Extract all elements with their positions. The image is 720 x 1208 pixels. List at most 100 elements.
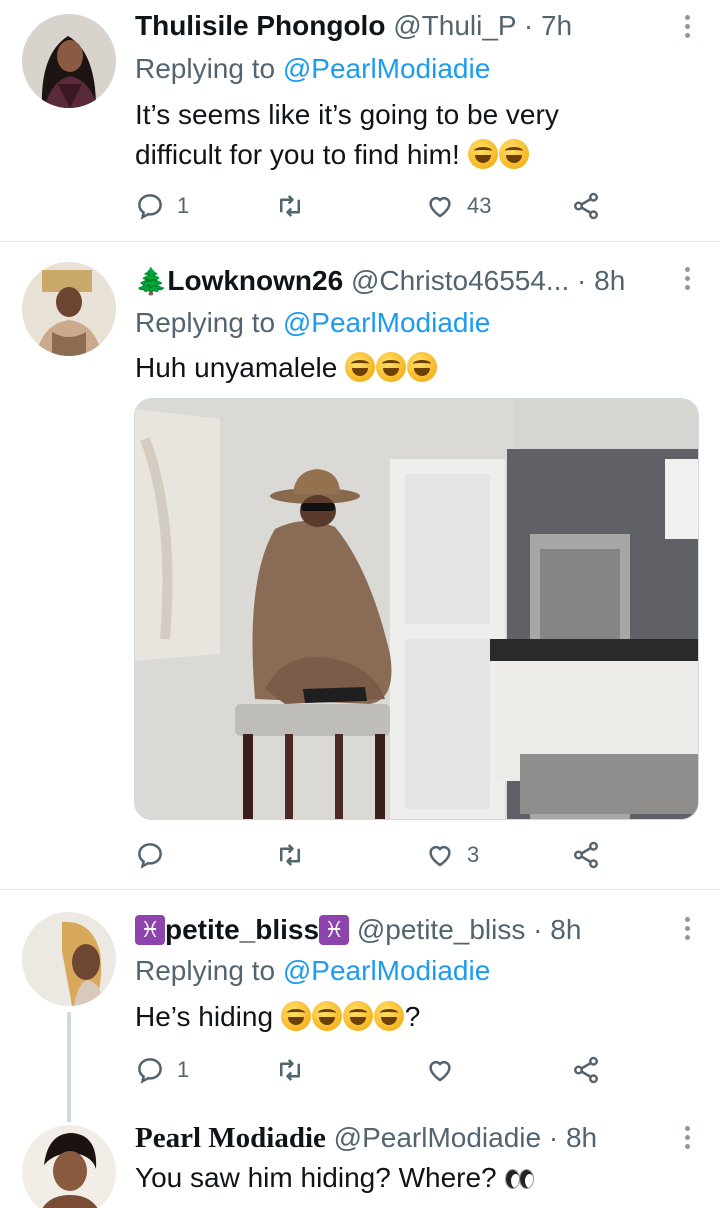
retweet-button[interactable]	[275, 1050, 305, 1090]
tweet-text-fragment: He’s hiding	[135, 1001, 281, 1032]
timestamp[interactable]: 7h	[541, 10, 572, 41]
tweet-text: He’s hiding ?	[135, 997, 655, 1037]
tears-of-joy-emoji-icon	[373, 1001, 404, 1031]
reply-button[interactable]: 1	[135, 186, 189, 226]
tears-of-joy-emoji-icon	[280, 1001, 311, 1031]
tears-of-joy-emoji-icon	[376, 352, 407, 382]
display-name[interactable]: Pearl Modiadie	[135, 1122, 326, 1154]
share-button[interactable]	[571, 835, 601, 875]
tweet-text-suffix: ?	[404, 1001, 421, 1032]
tears-of-joy-emoji-icon	[498, 139, 529, 169]
more-options-icon[interactable]	[680, 264, 694, 298]
tweet-text-line: It’s seems like it’s going to be very	[135, 99, 559, 130]
tweet-header: Pearl Modiadie @PearlModiadie · 8h	[135, 1118, 660, 1158]
tweet-header: ♓ petite_bliss ♓ @petite_bliss · 8h	[135, 910, 660, 950]
tweet-text: You saw him hiding? Where?	[135, 1158, 655, 1198]
tweet-media-photo[interactable]	[134, 398, 699, 820]
replying-to: Replying to @PearlModiadie	[135, 952, 490, 990]
reply-icon	[138, 1058, 162, 1084]
tweet-text-fragment: You saw him hiding? Where?	[135, 1162, 505, 1193]
timestamp[interactable]: 8h	[550, 914, 581, 945]
avatar[interactable]	[22, 14, 116, 108]
tweet-header: 🌲Lowknown26 @Christo46554... · 8h	[135, 261, 660, 301]
display-name[interactable]: petite_bliss	[165, 914, 319, 945]
tears-of-joy-emoji-icon	[345, 352, 376, 382]
display-name[interactable]: Lowknown26	[167, 265, 343, 296]
mention-link[interactable]: @PearlModiadie	[283, 955, 490, 986]
reply-icon	[138, 194, 162, 220]
tree-emoji-icon: 🌲	[135, 266, 168, 296]
avatar-image	[22, 262, 116, 356]
like-button[interactable]	[425, 1050, 455, 1090]
avatar[interactable]	[22, 1125, 116, 1208]
share-button[interactable]	[571, 1050, 601, 1090]
retweet-button[interactable]	[275, 186, 305, 226]
tweet-1[interactable]: Thulisile Phongolo @Thuli_P · 7h Replyin…	[0, 0, 720, 240]
action-bar: 3	[135, 835, 625, 875]
replying-to: Replying to @PearlModiadie	[135, 304, 490, 342]
share-button[interactable]	[571, 186, 601, 226]
separator: ·	[541, 1122, 566, 1153]
like-button[interactable]: 43	[425, 186, 491, 226]
reply-count: 1	[177, 193, 190, 218]
separator: ·	[569, 265, 595, 296]
more-options-icon[interactable]	[680, 914, 694, 948]
tears-of-joy-emoji-icon	[311, 1001, 342, 1031]
avatar-image	[22, 14, 116, 108]
username[interactable]: @Thuli_P	[393, 10, 516, 41]
share-icon	[574, 1056, 598, 1084]
eyes-emoji-icon	[504, 1169, 535, 1189]
username[interactable]: @petite_bliss	[357, 914, 526, 945]
weary-face-emoji-icon	[467, 139, 498, 169]
tweet-header: Thulisile Phongolo @Thuli_P · 7h	[135, 6, 660, 46]
more-options-icon[interactable]	[680, 1123, 694, 1157]
heart-icon	[429, 846, 451, 867]
tears-of-joy-emoji-icon	[407, 352, 438, 382]
tweet-4[interactable]: Pearl Modiadie @PearlModiadie · 8h You s…	[0, 1105, 720, 1208]
replying-to-label: Replying to	[135, 53, 283, 84]
share-icon	[574, 841, 598, 869]
separator: ·	[516, 10, 541, 41]
avatar[interactable]	[22, 912, 116, 1006]
tears-of-joy-emoji-icon	[342, 1001, 373, 1031]
avatar-image	[22, 912, 116, 1006]
avatar-image	[22, 1125, 116, 1208]
mention-link[interactable]: @PearlModiadie	[283, 53, 490, 84]
timestamp[interactable]: 8h	[566, 1122, 597, 1153]
retweet-icon	[280, 1059, 300, 1081]
like-count: 43	[467, 193, 492, 218]
pisces-badge-icon: ♓	[319, 915, 350, 945]
tweet-text: Huh unyamalele	[135, 348, 655, 388]
like-count: 3	[467, 842, 480, 867]
share-icon	[574, 192, 598, 220]
tweet-text-fragment: difficult for you to find him!	[135, 139, 468, 170]
heart-icon	[429, 1061, 451, 1082]
username[interactable]: @PearlModiadie	[334, 1122, 541, 1153]
reply-button[interactable]	[135, 835, 165, 875]
like-button[interactable]: 3	[425, 835, 479, 875]
more-options-icon[interactable]	[680, 12, 694, 46]
retweet-button[interactable]	[275, 835, 305, 875]
heart-icon	[429, 197, 451, 218]
pisces-badge-icon: ♓	[135, 915, 165, 945]
mention-link[interactable]: @PearlModiadie	[283, 307, 490, 338]
action-bar: 1	[135, 1050, 625, 1090]
replying-to-label: Replying to	[135, 307, 283, 338]
reply-button[interactable]: 1	[135, 1050, 189, 1090]
replying-to-label: Replying to	[135, 955, 283, 986]
replying-to: Replying to @PearlModiadie	[135, 50, 490, 88]
timestamp[interactable]: 8h	[594, 265, 625, 296]
tweet-3[interactable]: ♓ petite_bliss ♓ @petite_bliss · 8h Replyi…	[0, 890, 720, 1122]
tweet-text-fragment: Huh unyamalele	[135, 352, 346, 383]
tweet-text: It’s seems like it’s going to be very di…	[135, 95, 655, 175]
action-bar: 1 43	[135, 186, 625, 226]
reply-count: 1	[177, 1057, 190, 1082]
avatar[interactable]	[22, 262, 116, 356]
tweet-text-line-2: difficult for you to find him!	[135, 135, 655, 175]
photo-image	[135, 399, 698, 819]
reply-icon	[138, 843, 162, 869]
username[interactable]: @Christo46554...	[351, 265, 569, 296]
retweet-icon	[280, 195, 300, 217]
retweet-icon	[280, 844, 300, 866]
display-name[interactable]: Thulisile Phongolo	[135, 10, 385, 41]
